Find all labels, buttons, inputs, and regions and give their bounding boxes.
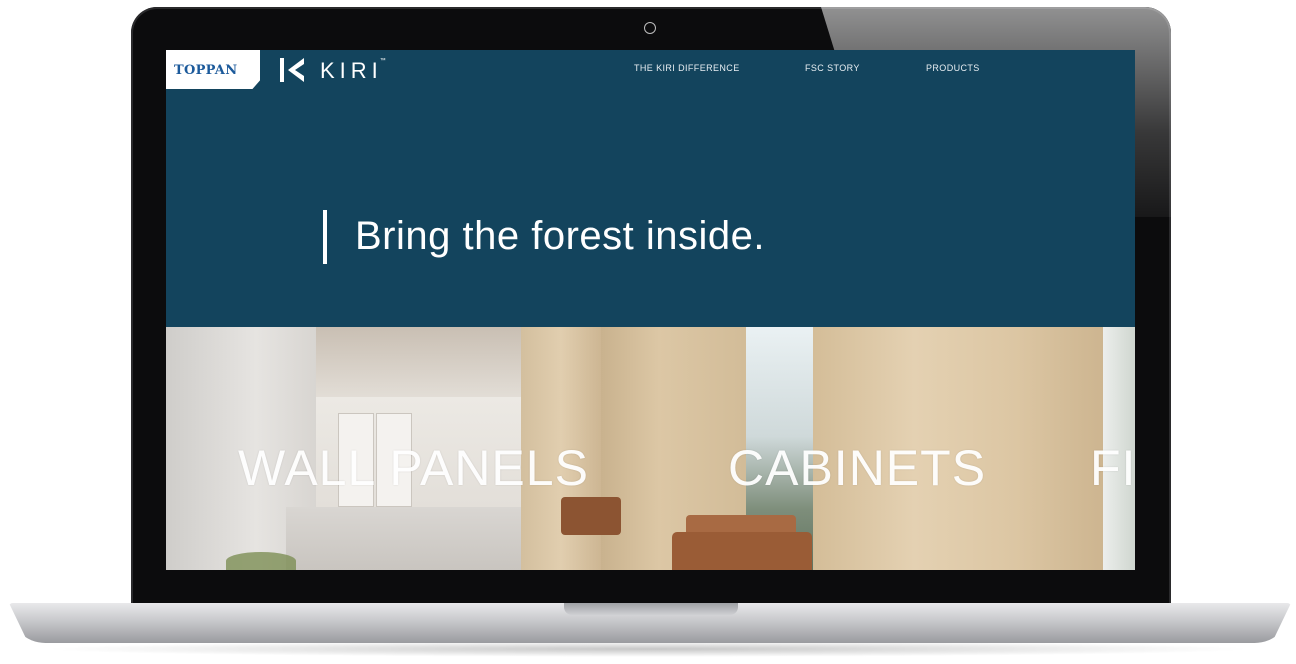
main-navigation: THE KIRI DIFFERENCE FSC STORY PRODUCTS — [166, 63, 1135, 77]
category-wall-panels[interactable]: WALL PANELS — [238, 439, 589, 497]
hero-headline: Bring the forest inside. — [355, 214, 765, 258]
nav-item-products[interactable]: PRODUCTS — [926, 63, 980, 73]
photo-sofa — [672, 532, 812, 570]
camera-icon — [644, 22, 656, 34]
nav-item-fsc-story[interactable]: FSC STORY — [805, 63, 860, 73]
hero-photo-carousel: WALL PANELS CABINETS FI — [166, 327, 1135, 570]
hero-section: Bring the forest inside. — [166, 210, 1135, 270]
category-carousel: WALL PANELS CABINETS FI — [166, 439, 1135, 499]
photo-ceiling — [316, 327, 521, 397]
website-screen: TOPPAN KIRI™ THE KIRI DIFFERENCE FSC STO… — [166, 50, 1135, 570]
laptop-shadow — [40, 641, 1256, 657]
category-partial[interactable]: FI — [1090, 439, 1135, 497]
photo-sofa — [561, 497, 621, 535]
hero-accent-bar — [323, 210, 327, 264]
nav-item-kiri-difference[interactable]: THE KIRI DIFFERENCE — [634, 63, 740, 73]
category-cabinets[interactable]: CABINETS — [728, 439, 986, 497]
photo-plant — [226, 552, 296, 570]
laptop-notch — [564, 603, 738, 615]
